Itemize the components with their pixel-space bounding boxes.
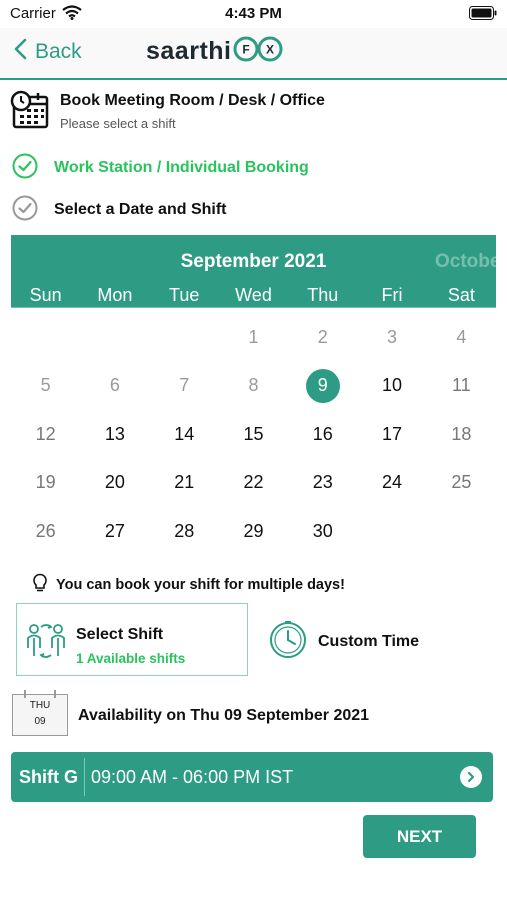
calendar-day[interactable]: 12 [11,410,80,459]
calendar-week-row: 5 6 7 8 9 10 11 [11,362,496,411]
calendar-empty-cell [150,313,219,362]
calendar-day[interactable]: 30 [288,507,357,556]
shift-divider [84,758,85,796]
calendar-day[interactable]: 18 [427,410,496,459]
calendar-week-row: 1 2 3 4 [11,313,496,362]
calendar-day[interactable]: 27 [80,507,149,556]
calendar-header: September 2021 October Sun Mon Tue Wed T… [11,235,496,308]
calendar-day[interactable]: 17 [357,410,426,459]
calendar-day: 8 [248,375,259,396]
calendar-day: 5 [40,375,51,396]
calendar-day: 1 [248,326,259,347]
calendar-day[interactable]: 23 [288,459,357,508]
step-label: Select a Date and Shift [54,201,227,218]
step-label: Work Station / Individual Booking [54,159,309,176]
calendar-day[interactable]: 10 [357,362,426,411]
calendar-grid: 1 2 3 4 5 6 7 8 9 10 11 12 13 14 15 16 17 18 19 20 21 22 23 24 2… [11,313,496,556]
weekday-label: Fri [381,285,403,305]
lightbulb-icon [32,573,48,597]
people-swap-icon [25,622,67,665]
weekday-label: Thu [307,285,339,305]
calendar-day[interactable]: 20 [80,459,149,508]
logo-fx-mark: F X [231,35,287,68]
date-badge: THU 09 [12,690,68,738]
availability-row: THU 09 Availability on Thu 09 September … [12,690,502,738]
app-logo: saarthi F X [146,36,287,66]
nav-bar: Back saarthi F X [0,28,507,80]
availability-text: Availability on Thu 09 September 2021 [78,707,370,724]
calendar-day: 2 [317,326,328,347]
weekday-label: Sat [447,285,475,305]
hint-text: You can book your shift for multiple day… [56,577,345,593]
next-button[interactable]: NEXT [363,815,476,858]
calendar-next-month-label[interactable]: October [435,251,496,273]
shift-item[interactable]: Shift G 09:00 AM - 06:00 PM IST [11,752,493,802]
calendar-day[interactable]: 16 [288,410,357,459]
selected-day-circle: 9 [305,368,340,403]
status-bar: Carrier 4:43 PM [0,0,507,28]
chevron-left-icon [14,38,27,66]
calendar-month-label: September 2021 [180,251,327,272]
page-subtitle: Please select a shift [60,116,176,131]
custom-time-title: Custom Time [318,632,420,650]
calendar-day[interactable]: 25 [427,459,496,508]
check-circle-icon [12,153,38,184]
back-button[interactable]: Back [14,38,82,66]
calendar-week-row: 19 20 21 22 23 24 25 [11,459,496,508]
shift-name: Shift G [19,767,78,787]
calendar-day[interactable]: 13 [80,410,149,459]
page-title: Book Meeting Room / Desk / Office [60,92,325,109]
calendar-day-selected[interactable]: 9 [288,362,357,411]
step-workstation: Work Station / Individual Booking [12,153,309,184]
calendar-day[interactable]: 22 [219,459,288,508]
weekday-label: Wed [235,285,272,305]
logo-text: saarthi [146,36,232,65]
calendar-week-row: 12 13 14 15 16 17 18 [11,410,496,459]
select-shift-option[interactable]: Select Shift 1 Available shifts [16,603,248,676]
weekday-label: Sun [29,285,62,305]
weekday-label: Tue [169,285,200,305]
calendar-empty-cell [427,507,496,556]
calendar-day: 4 [456,326,467,347]
check-circle-outline-icon [12,195,38,226]
calendar-day[interactable]: 29 [219,507,288,556]
custom-time-option[interactable]: Custom Time [268,619,419,664]
select-shift-title: Select Shift [76,626,164,643]
calendar-day[interactable]: 19 [11,459,80,508]
back-label: Back [35,40,82,63]
calendar-empty-cell [357,507,426,556]
multi-day-hint: You can book your shift for multiple day… [32,573,345,597]
calendar-day[interactable]: 21 [150,459,219,508]
calendar-empty-cell [80,313,149,362]
calendar-week-row: 26 27 28 29 30 [11,507,496,556]
logo-fx-f: F [243,42,250,56]
calendar-day[interactable]: 24 [357,459,426,508]
weekday-row: Sun Mon Tue Wed Thu Fri Sat [11,285,496,306]
step-date-shift: Select a Date and Shift [12,195,227,226]
calendar-day[interactable]: 15 [219,410,288,459]
date-badge-weekday: THU [29,700,51,711]
status-time: 4:43 PM [225,5,282,22]
weekday-label: Mon [97,285,133,305]
page-header: Book Meeting Room / Desk / Office Please… [10,88,500,132]
calendar-day[interactable]: 11 [427,362,496,411]
chevron-right-circle-icon[interactable] [460,766,482,788]
logo-fx-x: X [266,42,274,56]
clock-icon [268,619,308,664]
date-badge-day: 09 [34,716,46,727]
calendar-day[interactable]: 26 [11,507,80,556]
calendar-day[interactable]: 14 [150,410,219,459]
calendar-day: 6 [109,375,120,396]
calendar-day[interactable]: 28 [150,507,219,556]
calendar-clock-icon [10,90,50,135]
calendar-empty-cell [11,313,80,362]
shift-time: 09:00 AM - 06:00 PM IST [91,767,294,787]
calendar-day: 3 [387,326,398,347]
calendar-divider [11,307,496,308]
calendar-day: 7 [179,375,190,396]
available-shifts-count: 1 Available shifts [76,651,186,666]
battery-icon [469,6,497,25]
